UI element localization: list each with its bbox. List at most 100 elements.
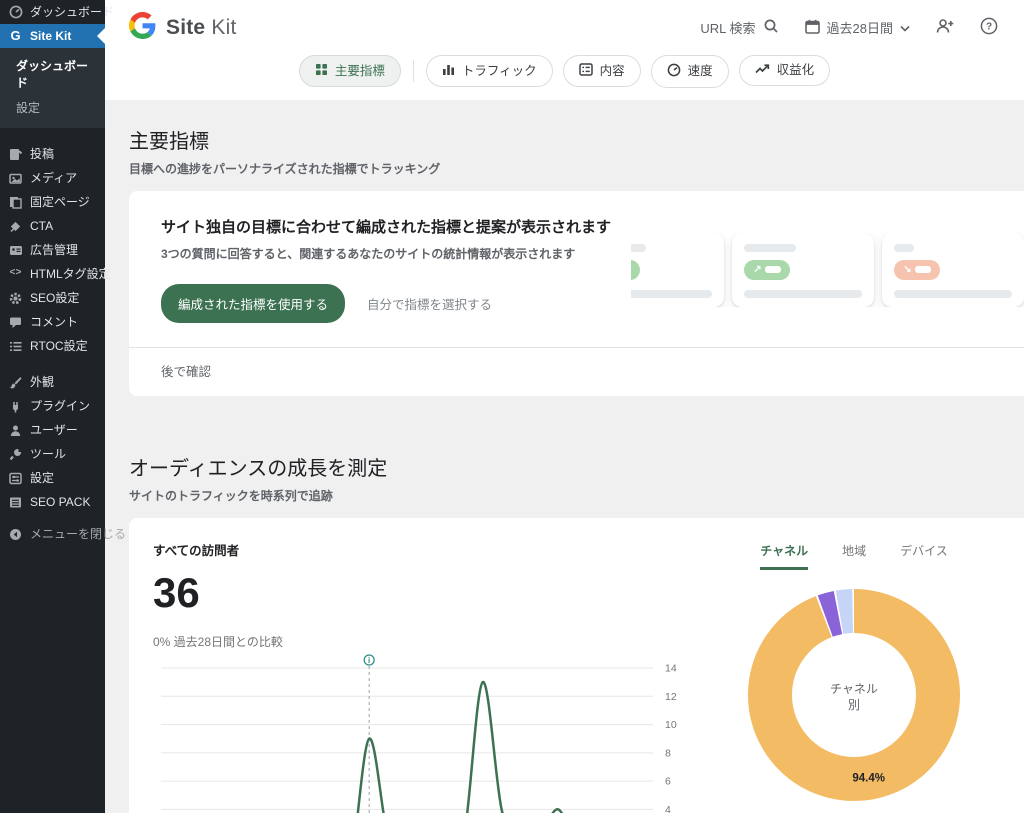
tab-content[interactable]: 内容 bbox=[563, 55, 641, 87]
sitekit-header: Site Kit URL 検索 過去28日間 bbox=[105, 0, 1024, 55]
html-tag-icon: <> bbox=[8, 267, 23, 281]
sidebar-item-rtoc[interactable]: RTOC設定 bbox=[0, 334, 105, 358]
audience-subtitle: サイトのトラフィックを時系列で追跡 bbox=[129, 487, 1000, 504]
all-visitors-label: すべての訪問者 bbox=[153, 540, 704, 559]
sitekit-g-icon: G bbox=[8, 29, 23, 43]
all-visitors-value: 36 bbox=[153, 569, 704, 617]
maybe-later-link[interactable]: 後で確認 bbox=[161, 365, 211, 379]
speed-icon bbox=[667, 63, 681, 80]
media-icon bbox=[8, 172, 23, 185]
tab-devices[interactable]: デバイス bbox=[900, 542, 948, 570]
sidebar-item-pages[interactable]: 固定ページ bbox=[0, 190, 105, 214]
metric-preview-card: ↗ bbox=[732, 233, 874, 307]
sitekit-submenu: ダッシュボード 設定 bbox=[0, 48, 105, 128]
sidebar-item-collapse-menu[interactable]: メニューを閉じる bbox=[0, 522, 105, 546]
key-metrics-title: 主要指標 bbox=[129, 125, 1000, 154]
settings-icon bbox=[8, 472, 23, 485]
audience-chart-card: すべての訪問者 36 0% 過去28日間との比較 02468101214i6月 … bbox=[129, 518, 1024, 813]
svg-text:6: 6 bbox=[665, 775, 671, 787]
channels-donut-chart: チャネル別 94.4% bbox=[743, 584, 965, 806]
add-user-icon[interactable] bbox=[936, 18, 954, 37]
search-icon[interactable] bbox=[763, 18, 779, 37]
brand-name: Site Kit bbox=[166, 16, 236, 40]
chevron-down-icon bbox=[900, 20, 910, 35]
dashboard-icon bbox=[8, 5, 23, 19]
help-icon[interactable]: ? bbox=[980, 17, 998, 38]
calendar-icon bbox=[805, 19, 820, 37]
svg-text:?: ? bbox=[986, 22, 992, 33]
trend-down-icon: ↘ bbox=[903, 265, 911, 275]
tab-key-metrics[interactable]: 主要指標 bbox=[299, 55, 401, 87]
tools-icon bbox=[8, 448, 23, 461]
content-icon bbox=[579, 63, 593, 79]
tab-speed[interactable]: 速度 bbox=[651, 55, 729, 88]
audience-title: オーディエンスの成長を測定 bbox=[129, 452, 1000, 481]
main-area: Site Kit URL 検索 過去28日間 bbox=[105, 0, 1024, 813]
nav-divider bbox=[413, 60, 414, 82]
sidebar-item-comments[interactable]: コメント bbox=[0, 310, 105, 334]
sidebar-item-media[interactable]: メディア bbox=[0, 166, 105, 190]
key-metrics-setup-banner: サイト独自の目標に合わせて編成された指標と提案が表示されます 3つの質問に回答す… bbox=[129, 191, 1024, 396]
appearance-icon bbox=[8, 376, 23, 389]
banner-title: サイト独自の目標に合わせて編成された指標と提案が表示されます bbox=[161, 217, 631, 239]
sidebar-item-cta[interactable]: CTA bbox=[0, 214, 105, 238]
sidebar-item-appearance[interactable]: 外観 bbox=[0, 370, 105, 394]
svg-text:別: 別 bbox=[848, 698, 860, 712]
seo-gear-icon bbox=[8, 292, 23, 305]
tab-channels[interactable]: チャネル bbox=[760, 542, 808, 570]
sidebar-item-dashboard[interactable]: ダッシュボード bbox=[0, 0, 105, 24]
svg-text:8: 8 bbox=[665, 747, 671, 759]
svg-text:4: 4 bbox=[665, 804, 671, 813]
sidebar-item-posts[interactable]: 投稿 bbox=[0, 142, 105, 166]
monetization-icon bbox=[755, 63, 770, 78]
posts-icon bbox=[8, 148, 23, 161]
svg-text:14: 14 bbox=[665, 662, 677, 674]
sidebar-item-users[interactable]: ユーザー bbox=[0, 418, 105, 442]
users-icon bbox=[8, 424, 23, 437]
sidebar-item-tools[interactable]: ツール bbox=[0, 442, 105, 466]
svg-text:12: 12 bbox=[665, 691, 677, 703]
svg-text:10: 10 bbox=[665, 719, 677, 731]
use-tailored-metrics-button[interactable]: 編成された指標を使用する bbox=[161, 284, 345, 323]
sitekit-nav: 主要指標 トラフィック 内容 速度 収益化 bbox=[105, 55, 1024, 100]
sidebar-item-site-kit[interactable]: G Site Kit bbox=[0, 24, 105, 48]
plugins-icon bbox=[8, 400, 23, 413]
comparison-label: 0% 過去28日間との比較 bbox=[153, 633, 704, 650]
sidebar-item-html-tag[interactable]: <> HTMLタグ設定 bbox=[0, 262, 105, 286]
sidebar-item-plugins[interactable]: プラグイン bbox=[0, 394, 105, 418]
date-range-selector[interactable]: 過去28日間 bbox=[805, 18, 910, 37]
rtoc-list-icon bbox=[8, 340, 23, 353]
sidebar-item-settings[interactable]: 設定 bbox=[0, 466, 105, 490]
tab-traffic[interactable]: トラフィック bbox=[426, 55, 553, 87]
submenu-item-dashboard[interactable]: ダッシュボード bbox=[0, 53, 105, 95]
pages-icon bbox=[8, 196, 23, 209]
seo-pack-icon bbox=[8, 496, 23, 509]
metric-preview-card: ↗ bbox=[631, 233, 724, 307]
visitors-line-chart: 02468101214i6月 206月 256月 307月 57月 107月 1… bbox=[153, 654, 698, 813]
metric-preview-cards: ↗ ↗ ↘ bbox=[631, 233, 1024, 307]
submenu-item-settings[interactable]: 設定 bbox=[0, 95, 105, 120]
banner-subtitle: 3つの質問に回答すると、関連するあなたのサイトの統計情報が表示されます bbox=[161, 245, 631, 262]
comments-icon bbox=[8, 316, 23, 329]
key-metrics-icon bbox=[315, 63, 328, 79]
svg-text:94.4%: 94.4% bbox=[852, 772, 885, 784]
dashboard-content: 主要指標 目標への進捗をパーソナライズされた指標でトラッキング サイト独自の目標… bbox=[105, 100, 1024, 813]
select-own-metrics-link[interactable]: 自分で指標を選択する bbox=[367, 294, 492, 313]
tab-region[interactable]: 地域 bbox=[842, 542, 866, 570]
ads-icon bbox=[8, 244, 23, 257]
sitekit-logo: Site Kit bbox=[129, 12, 236, 44]
trend-up-icon: ↗ bbox=[753, 265, 761, 275]
traffic-icon bbox=[442, 63, 455, 79]
sidebar-item-seo-settings[interactable]: SEO設定 bbox=[0, 286, 105, 310]
tab-monetization[interactable]: 収益化 bbox=[739, 55, 831, 86]
wp-admin-sidebar: ダッシュボード G Site Kit ダッシュボード 設定 投稿 メディア 固定… bbox=[0, 0, 105, 813]
collapse-menu-icon bbox=[8, 528, 23, 541]
svg-text:チャネル: チャネル bbox=[830, 682, 878, 696]
svg-text:i: i bbox=[368, 656, 370, 665]
breakdown-tabs: チャネル 地域 デバイス bbox=[760, 542, 948, 570]
metric-preview-card: ↘ bbox=[882, 233, 1024, 307]
sidebar-item-seo-pack[interactable]: SEO PACK bbox=[0, 490, 105, 514]
sidebar-item-ads[interactable]: 広告管理 bbox=[0, 238, 105, 262]
cta-icon bbox=[8, 220, 23, 233]
url-search-control[interactable]: URL 検索 bbox=[700, 18, 778, 37]
